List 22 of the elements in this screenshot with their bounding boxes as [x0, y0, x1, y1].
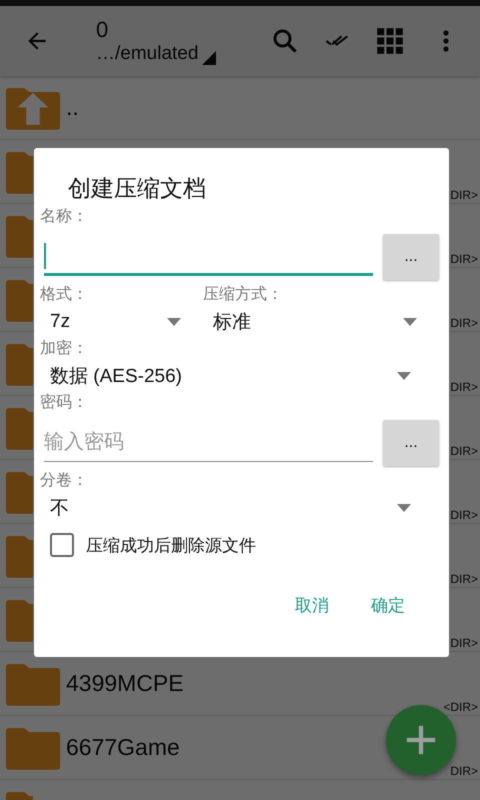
toolbar-title: 0 — [96, 17, 108, 43]
field-label: 分卷： — [40, 471, 88, 491]
file-name: .. — [66, 94, 79, 121]
dir-label: DIR> — [450, 764, 478, 778]
dir-label: DIR> — [450, 572, 478, 586]
dir-label: DIR> — [450, 636, 478, 650]
field-label: 格式： — [40, 284, 88, 305]
dir-label: DIR> — [450, 444, 478, 458]
checkbox-label: 压缩成功后删除源文件 — [86, 534, 256, 556]
file-name: 6677Game — [66, 734, 180, 761]
field-label: 压缩方式： — [203, 284, 283, 305]
file-name: 4399MCPE — [66, 670, 184, 697]
dir-label: DIR> — [450, 188, 478, 202]
field-label: 加密： — [40, 338, 88, 359]
dir-label: <DIR> — [443, 700, 478, 714]
dir-label: DIR> — [450, 316, 478, 330]
field-label: 密码： — [40, 392, 88, 413]
dir-label: DIR> — [450, 508, 478, 522]
dir-label: DIR> — [450, 252, 478, 266]
dir-label: DIR> — [450, 380, 478, 394]
field-label: 名称： — [40, 207, 88, 227]
dialog-title: 创建压缩文档 — [68, 174, 207, 203]
